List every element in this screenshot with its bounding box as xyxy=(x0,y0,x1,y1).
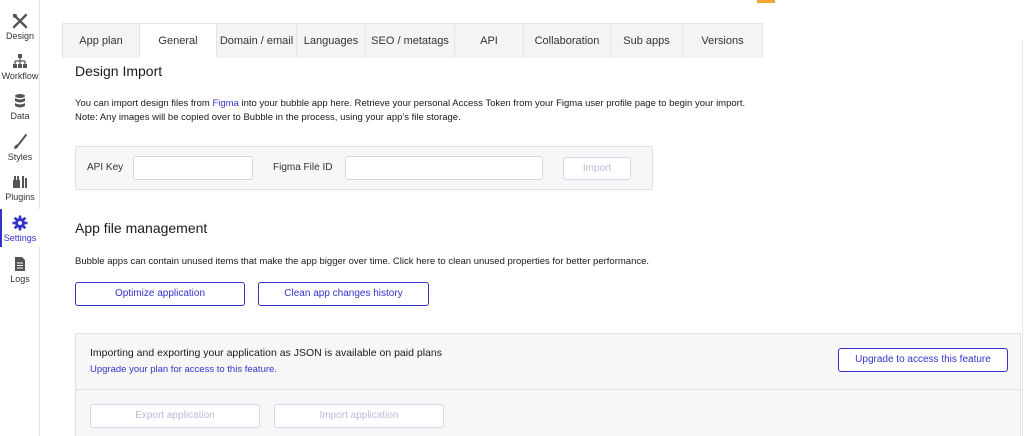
tab-collaboration[interactable]: Collaboration xyxy=(524,24,611,58)
sidebar-item-plugins[interactable]: Plugins xyxy=(0,168,40,206)
sidebar-item-label: Styles xyxy=(7,152,33,162)
tab-general[interactable]: General xyxy=(140,24,217,58)
tab-api[interactable]: API xyxy=(455,24,524,58)
export-application-button[interactable]: Export application xyxy=(90,404,260,428)
design-tools-icon xyxy=(12,13,28,29)
topbar-accent-marker xyxy=(757,0,775,3)
design-import-description: You can import design files from Figma i… xyxy=(75,97,1015,111)
design-import-title: Design Import xyxy=(75,63,163,79)
content-right-border xyxy=(1022,40,1023,436)
clean-history-button[interactable]: Clean app changes history xyxy=(258,282,429,306)
json-import-export-panel: Importing and exporting your application… xyxy=(75,333,1022,436)
sidebar-item-styles[interactable]: Styles xyxy=(0,128,40,166)
upgrade-plan-link[interactable]: Upgrade your plan for access to this fea… xyxy=(90,364,277,375)
tab-versions[interactable]: Versions xyxy=(683,24,762,58)
description-text-start: You can import design files from xyxy=(75,98,213,109)
sidebar-item-design[interactable]: Design xyxy=(0,7,40,45)
sidebar-item-label: Data xyxy=(10,111,30,121)
optimize-application-button[interactable]: Optimize application xyxy=(75,282,245,306)
figma-file-id-label: Figma File ID xyxy=(273,162,333,173)
document-icon xyxy=(15,257,25,271)
file-management-title: App file management xyxy=(75,220,208,236)
design-import-note: Note: Any images will be copied over to … xyxy=(75,112,461,123)
settings-tab-bar: App plan General Domain / email Language… xyxy=(62,23,763,58)
sidebar-item-label: Workflow xyxy=(1,71,39,81)
tab-seo-metatags[interactable]: SEO / metatags xyxy=(366,24,455,58)
sidebar-item-label: Plugins xyxy=(5,192,35,202)
api-key-input[interactable] xyxy=(133,156,253,180)
tab-sub-apps[interactable]: Sub apps xyxy=(611,24,683,58)
json-paid-plan-message: Importing and exporting your application… xyxy=(90,347,442,359)
sidebar-item-data[interactable]: Data xyxy=(0,87,40,125)
tab-domain-email[interactable]: Domain / email xyxy=(217,24,297,58)
sidebar-item-label: Design xyxy=(5,31,34,41)
description-text-end: into your bubble app here. Retrieve your… xyxy=(238,98,746,109)
figma-file-id-input[interactable] xyxy=(345,156,543,180)
api-key-label: API Key xyxy=(87,162,124,173)
sidebar-item-settings[interactable]: Settings xyxy=(0,209,40,247)
tab-languages[interactable]: Languages xyxy=(297,24,366,58)
figma-import-button[interactable]: Import xyxy=(563,157,631,180)
sidebar-item-workflow[interactable]: Workflow xyxy=(0,47,40,85)
workflow-icon xyxy=(13,54,27,68)
figma-link[interactable]: Figma xyxy=(212,98,238,109)
import-application-button[interactable]: Import application xyxy=(274,404,444,428)
database-icon xyxy=(15,94,25,108)
left-sidebar: Design Workflow Data Styles Plugins Sett… xyxy=(0,0,40,436)
brush-icon xyxy=(14,134,27,149)
sidebar-item-label: Logs xyxy=(10,274,30,284)
sidebar-item-logs[interactable]: Logs xyxy=(0,250,40,288)
plugins-icon xyxy=(13,176,27,188)
panel-divider xyxy=(76,389,1022,390)
gear-icon xyxy=(12,215,28,231)
tab-app-plan[interactable]: App plan xyxy=(63,24,140,58)
upgrade-feature-button[interactable]: Upgrade to access this feature xyxy=(838,348,1008,372)
file-management-description: Bubble apps can contain unused items tha… xyxy=(75,256,650,267)
sidebar-item-label: Settings xyxy=(3,233,37,243)
figma-import-panel: API Key Figma File ID Import xyxy=(75,146,653,190)
